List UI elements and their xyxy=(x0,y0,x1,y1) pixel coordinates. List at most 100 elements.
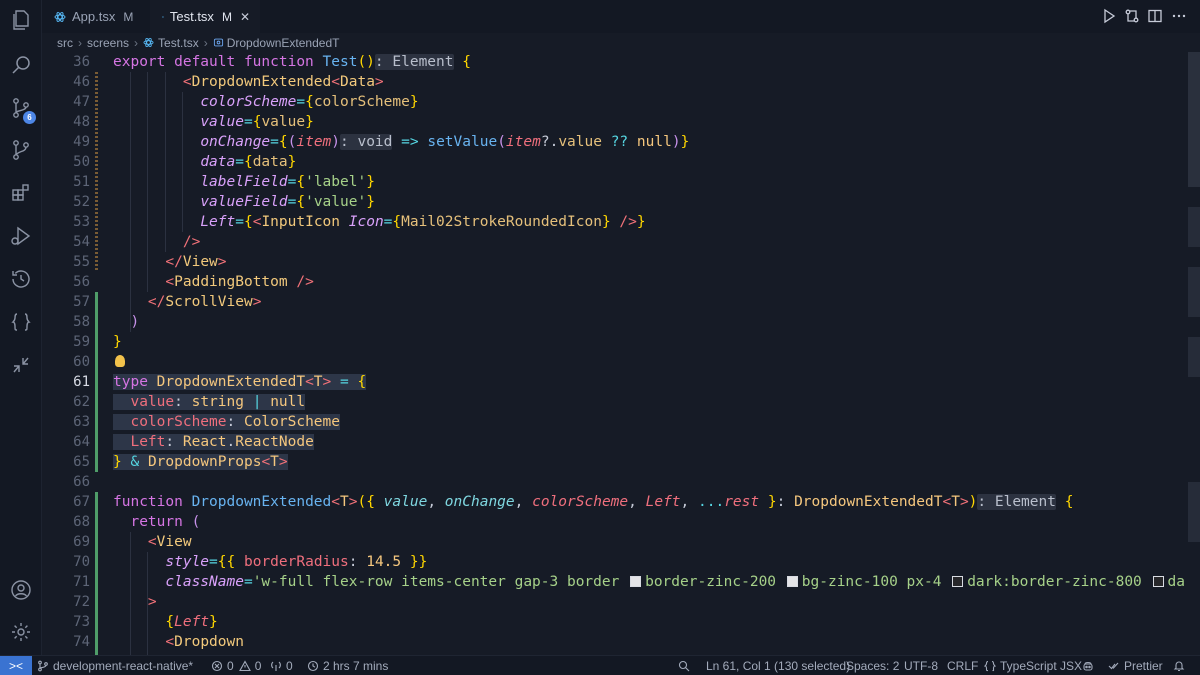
git-graph-icon[interactable] xyxy=(0,130,42,170)
overview-marker xyxy=(1188,267,1200,317)
settings-gear-icon[interactable] xyxy=(0,612,42,652)
extensions-icon[interactable] xyxy=(0,173,42,213)
run-icon[interactable] xyxy=(1101,8,1117,26)
line-number: 58 xyxy=(73,314,90,330)
more-actions-icon[interactable] xyxy=(1171,8,1187,26)
tab-test-tsx[interactable]: Test.tsx M ✕ xyxy=(150,0,260,33)
code-line[interactable]: 73 {Left} xyxy=(42,612,1184,632)
code-text: > xyxy=(147,594,157,610)
source-control-icon[interactable]: 6 xyxy=(0,88,42,128)
code-line[interactable]: 52 valueField={'value'} xyxy=(42,192,1184,212)
encoding[interactable]: UTF-8 xyxy=(904,656,938,675)
code-text: {Left} xyxy=(165,614,218,630)
code-editor[interactable]: 36 export default function Test(): Elemen… xyxy=(42,52,1184,655)
code-text: className='w-full flex-row items-center … xyxy=(165,574,1184,590)
code-line[interactable]: 69 <View xyxy=(42,532,1184,552)
code-line[interactable]: 57 </ScrollView> xyxy=(42,292,1184,312)
coding-time[interactable]: 2 hrs 7 mins xyxy=(307,656,388,675)
code-line[interactable]: 48 value={value} xyxy=(42,112,1184,132)
code-line[interactable]: 72 > xyxy=(42,592,1184,612)
code-line[interactable]: 71 className='w-full flex-row items-cent… xyxy=(42,572,1184,592)
breadcrumb-src[interactable]: src xyxy=(57,36,73,50)
branch-indicator[interactable]: development-react-native* xyxy=(37,656,193,675)
modified-indicator: M xyxy=(123,9,134,24)
scrollbar-thumb[interactable] xyxy=(1188,52,1200,187)
code-line[interactable]: 67 function DropdownExtended<T>({ value, … xyxy=(42,492,1184,512)
code-line[interactable]: 54 /> xyxy=(42,232,1184,252)
lightbulb-icon[interactable] xyxy=(115,355,125,367)
code-text: } xyxy=(113,334,122,350)
code-text: style={{ borderRadius: 14.5 }} xyxy=(165,554,428,570)
code-text: type DropdownExtendedT<T> = { xyxy=(113,374,367,390)
code-line[interactable]: 64 Left: React.ReactNode xyxy=(42,432,1184,452)
color-swatch-icon[interactable] xyxy=(630,576,642,587)
error-count: 0 xyxy=(227,658,234,673)
language-mode[interactable]: TypeScript JSX xyxy=(984,656,1082,675)
code-line[interactable]: 53 Left={<InputIcon Icon={Mail02StrokeRo… xyxy=(42,212,1184,232)
code-line[interactable]: 46 <DropdownExtended<Data> xyxy=(42,72,1184,92)
line-number: 46 xyxy=(73,74,90,90)
code-text: colorScheme={colorScheme} xyxy=(200,94,419,110)
notifications-bell-icon[interactable] xyxy=(1173,656,1189,675)
problems-indicator[interactable]: 0 0 xyxy=(211,656,261,675)
code-line[interactable]: 58 ) xyxy=(42,312,1184,332)
remote-explorer-icon[interactable] xyxy=(0,345,42,385)
line-number: 71 xyxy=(73,574,90,590)
ports-indicator[interactable]: 0 xyxy=(270,656,293,675)
code-line[interactable]: 70 style={{ borderRadius: 14.5 }} xyxy=(42,552,1184,572)
overview-ruler[interactable] xyxy=(1186,52,1200,655)
color-swatch-icon[interactable] xyxy=(786,576,798,587)
code-line[interactable]: 74 <Dropdown xyxy=(42,632,1184,652)
line-number: 62 xyxy=(73,394,90,410)
split-editor-icon[interactable] xyxy=(1147,8,1163,26)
breadcrumb-symbol[interactable]: DropdownExtendedT xyxy=(227,36,340,50)
code-line[interactable]: 51 labelField={'label'} xyxy=(42,172,1184,192)
overview-marker xyxy=(1188,482,1200,542)
code-line[interactable]: 56 <PaddingBottom /> xyxy=(42,272,1184,292)
close-icon[interactable]: ✕ xyxy=(240,10,250,24)
indentation[interactable]: Spaces: 2 xyxy=(846,656,899,675)
code-line[interactable]: 36 export default function Test(): Elemen… xyxy=(42,52,1184,72)
search-icon[interactable] xyxy=(0,45,42,85)
react-icon xyxy=(54,11,66,22)
breadcrumb-screens[interactable]: screens xyxy=(87,36,129,50)
line-number: 56 xyxy=(73,274,90,290)
code-line[interactable]: 62 value: string | null xyxy=(42,392,1184,412)
code-text: } & DropdownProps<T> xyxy=(113,454,288,470)
code-line[interactable]: 59} xyxy=(42,332,1184,352)
code-text: <DropdownExtended<Data> xyxy=(182,74,384,90)
code-line[interactable]: 65} & DropdownProps<T> xyxy=(42,452,1184,472)
end-of-line[interactable]: CRLF xyxy=(947,656,978,675)
cursor-position[interactable]: Ln 61, Col 1 (130 selected) xyxy=(706,656,850,675)
line-number: 69 xyxy=(73,534,90,550)
code-line[interactable]: 61 type DropdownExtendedT<T> = { xyxy=(42,372,1184,392)
line-number: 68 xyxy=(73,514,90,530)
tab-app-tsx[interactable]: App.tsx M xyxy=(42,0,150,33)
code-line[interactable]: 66 xyxy=(42,472,1184,492)
run-debug-icon[interactable] xyxy=(0,216,42,256)
compare-changes-icon[interactable] xyxy=(1124,8,1140,26)
activity-bar: 6 xyxy=(0,0,42,655)
git-branch-icon xyxy=(38,660,48,671)
explorer-icon[interactable] xyxy=(0,0,42,40)
code-line[interactable]: 49 onChange={(item): void => setValue(it… xyxy=(42,132,1184,152)
code-line[interactable]: 63 colorScheme: ColorScheme xyxy=(42,412,1184,432)
account-icon[interactable] xyxy=(0,570,42,610)
timeline-icon[interactable] xyxy=(0,259,42,299)
code-line[interactable]: 50 data={data} xyxy=(42,152,1184,172)
code-line[interactable]: 68 return ( xyxy=(42,512,1184,532)
code-line[interactable]: 55 </View> xyxy=(42,252,1184,272)
code-line[interactable]: 47 colorScheme={colorScheme} xyxy=(42,92,1184,112)
react-icon xyxy=(162,15,164,18)
zoom-icon[interactable] xyxy=(678,656,694,675)
code-line[interactable]: 60 xyxy=(42,352,1184,372)
warning-count: 0 xyxy=(254,658,262,673)
color-swatch-icon[interactable] xyxy=(952,576,964,587)
copilot-icon[interactable] xyxy=(1082,656,1098,675)
color-swatch-icon[interactable] xyxy=(1152,576,1164,587)
remote-indicator[interactable]: >< xyxy=(0,656,32,675)
breadcrumb-file[interactable]: Test.tsx xyxy=(158,36,199,50)
prettier-label: Prettier xyxy=(1124,658,1163,673)
json-icon[interactable] xyxy=(0,302,42,342)
prettier-indicator[interactable]: Prettier xyxy=(1108,656,1163,675)
